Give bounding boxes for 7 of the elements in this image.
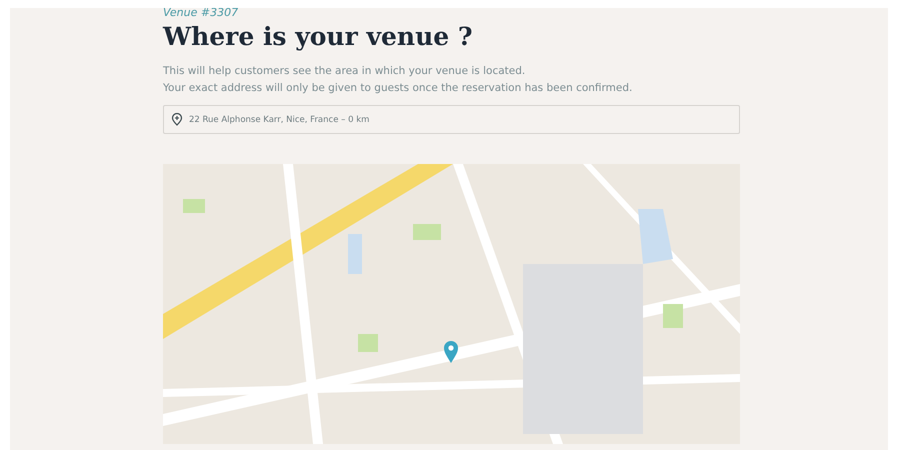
venue-number: Venue #3307 <box>163 8 240 19</box>
location-pin-icon <box>171 113 183 126</box>
description-line: Your exact address will only be given to guests once the reservation has been confirmed. <box>163 81 634 95</box>
page-title: Where is your venue ? <box>163 21 474 53</box>
description-line: This will help customers see the area in which your venue is located. <box>163 64 526 78</box>
map-pin-icon <box>443 340 459 364</box>
address-field[interactable]: 22 Rue Alphonse Karr, Nice, France – 0 km <box>163 105 740 134</box>
